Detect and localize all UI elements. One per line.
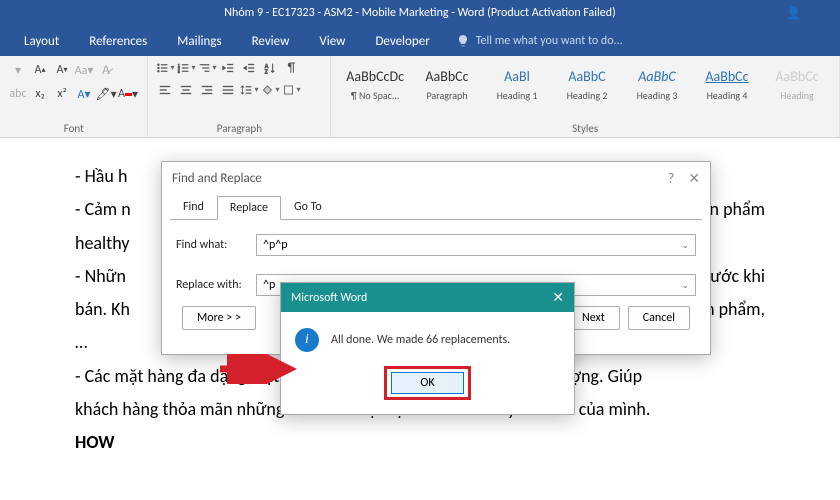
tell-me-search[interactable]: Tell me what you want to do... (456, 34, 623, 48)
borders-icon[interactable]: ▾ (282, 82, 300, 98)
message-close-icon[interactable]: ✕ (552, 289, 564, 306)
cancel-button[interactable]: Cancel (628, 306, 690, 330)
font-color-icon[interactable]: A▾ (118, 84, 138, 104)
tab-layout[interactable]: Layout (10, 28, 73, 55)
style-item-4[interactable]: AaBbC Heading 3 (623, 60, 691, 107)
align-right-icon[interactable] (198, 82, 216, 98)
title-bar: Nhóm 9 - EC17323 - ASM2 - Mobile Marketi… (0, 0, 840, 26)
font-group: ▾ A▴ A▾ Aa▾ A̷ abc x₂ x² A▾ 🖊▾ A▾ Font (0, 56, 148, 137)
subscript-icon[interactable]: x₂ (30, 84, 50, 104)
tab-replace[interactable]: Replace (217, 196, 281, 220)
style-item-5[interactable]: AaBbCc Heading 4 (693, 60, 761, 107)
style-preview: AaBbC (630, 65, 684, 87)
tab-review[interactable]: Review (238, 28, 304, 55)
account-icon[interactable]: 👤 (786, 6, 800, 20)
svg-text:3: 3 (178, 70, 180, 75)
style-name: Heading 2 (560, 89, 614, 102)
style-name: Heading 4 (700, 89, 754, 102)
titlebar-icons: 👤 (786, 6, 800, 20)
numbering-icon[interactable]: 123▾ (177, 60, 195, 76)
font-group-label: Font (8, 120, 139, 135)
superscript-icon[interactable]: x² (52, 84, 72, 104)
tab-find[interactable]: Find (170, 195, 217, 219)
styles-group: AaBbCcDc ¶ No Spac... AaBbCc Paragraph AaBl H… (331, 56, 840, 137)
decrease-font-icon[interactable]: A▾ (52, 60, 72, 80)
close-icon[interactable]: ✕ (688, 170, 700, 187)
style-name: Paragraph (420, 89, 474, 102)
style-preview: AaBbCcDc (346, 65, 404, 87)
find-replace-title: Find and Replace (172, 171, 262, 186)
style-preview: AaBl (490, 65, 544, 87)
change-case-icon[interactable]: Aa▾ (74, 60, 94, 80)
paragraph-group-label: Paragraph (156, 120, 322, 135)
style-preview: AaBbCc (700, 65, 754, 87)
highlight-icon[interactable]: 🖊▾ (96, 84, 116, 104)
style-preview: AaBbCc (420, 65, 474, 87)
increase-font-icon[interactable]: A▴ (30, 60, 50, 80)
style-item-0[interactable]: AaBbCcDc ¶ No Spac... (339, 60, 411, 107)
style-preview: AaBbCc (770, 65, 824, 87)
ribbon-tabs: Layout References Mailings Review View D… (0, 26, 840, 56)
align-left-icon[interactable] (156, 82, 174, 98)
message-title: Microsoft Word (291, 291, 367, 305)
ok-highlight: OK (384, 366, 470, 400)
style-name: Heading (770, 89, 824, 102)
tab-goto[interactable]: Go To (281, 195, 335, 219)
tab-developer[interactable]: Developer (361, 28, 443, 55)
line-spacing-icon[interactable]: ▾ (240, 82, 258, 98)
style-item-1[interactable]: AaBbCc Paragraph (413, 60, 481, 107)
show-marks-icon[interactable]: ¶ (282, 60, 300, 76)
svg-text:Z: Z (265, 67, 268, 75)
message-text: All done. We made 66 replacements. (331, 333, 510, 347)
decrease-indent-icon[interactable] (219, 60, 237, 76)
lightbulb-icon (456, 34, 470, 48)
align-center-icon[interactable] (177, 82, 195, 98)
style-name: Heading 1 (490, 89, 544, 102)
font-size-dropdown[interactable]: ▾ (8, 60, 28, 80)
tab-references[interactable]: References (75, 28, 161, 55)
style-name: ¶ No Spac... (346, 89, 404, 102)
info-icon: i (295, 328, 319, 352)
align-justify-icon[interactable] (219, 82, 237, 98)
replace-with-label: Replace with: (176, 278, 256, 292)
ribbon-content: ▾ A▴ A▾ Aa▾ A̷ abc x₂ x² A▾ 🖊▾ A▾ Font ▾ (0, 56, 840, 138)
more-button[interactable]: More > > (182, 306, 256, 330)
strikethrough-icon[interactable]: abc (8, 84, 28, 104)
window-title: Nhóm 9 - EC17323 - ASM2 - Mobile Marketi… (224, 6, 615, 20)
text-effects-icon[interactable]: A▾ (74, 84, 94, 104)
bullets-icon[interactable]: ▾ (156, 60, 174, 76)
ok-button[interactable]: OK (391, 372, 463, 394)
multilevel-icon[interactable]: ▾ (198, 60, 216, 76)
sort-icon[interactable]: AZ (261, 60, 279, 76)
shading-icon[interactable]: ▾ (261, 82, 279, 98)
style-name: Heading 3 (630, 89, 684, 102)
paragraph-group: ▾ 123▾ ▾ AZ ¶ ▾ ▾ ▾ P (148, 56, 331, 137)
clear-format-icon[interactable]: A̷ (96, 60, 116, 80)
styles-group-label: Styles (339, 120, 831, 135)
style-item-6[interactable]: AaBbCc Heading (763, 60, 831, 107)
style-preview: AaBbC (560, 65, 614, 87)
style-item-2[interactable]: AaBl Heading 1 (483, 60, 551, 107)
help-icon[interactable]: ? (668, 170, 675, 187)
find-what-input[interactable]: ^p^p⌄ (256, 234, 696, 256)
style-item-3[interactable]: AaBbC Heading 2 (553, 60, 621, 107)
tab-mailings[interactable]: Mailings (163, 28, 235, 55)
increase-indent-icon[interactable] (240, 60, 258, 76)
find-what-label: Find what: (176, 238, 256, 252)
tab-view[interactable]: View (305, 28, 359, 55)
message-dialog: Microsoft Word ✕ i All done. We made 66 … (280, 282, 575, 415)
